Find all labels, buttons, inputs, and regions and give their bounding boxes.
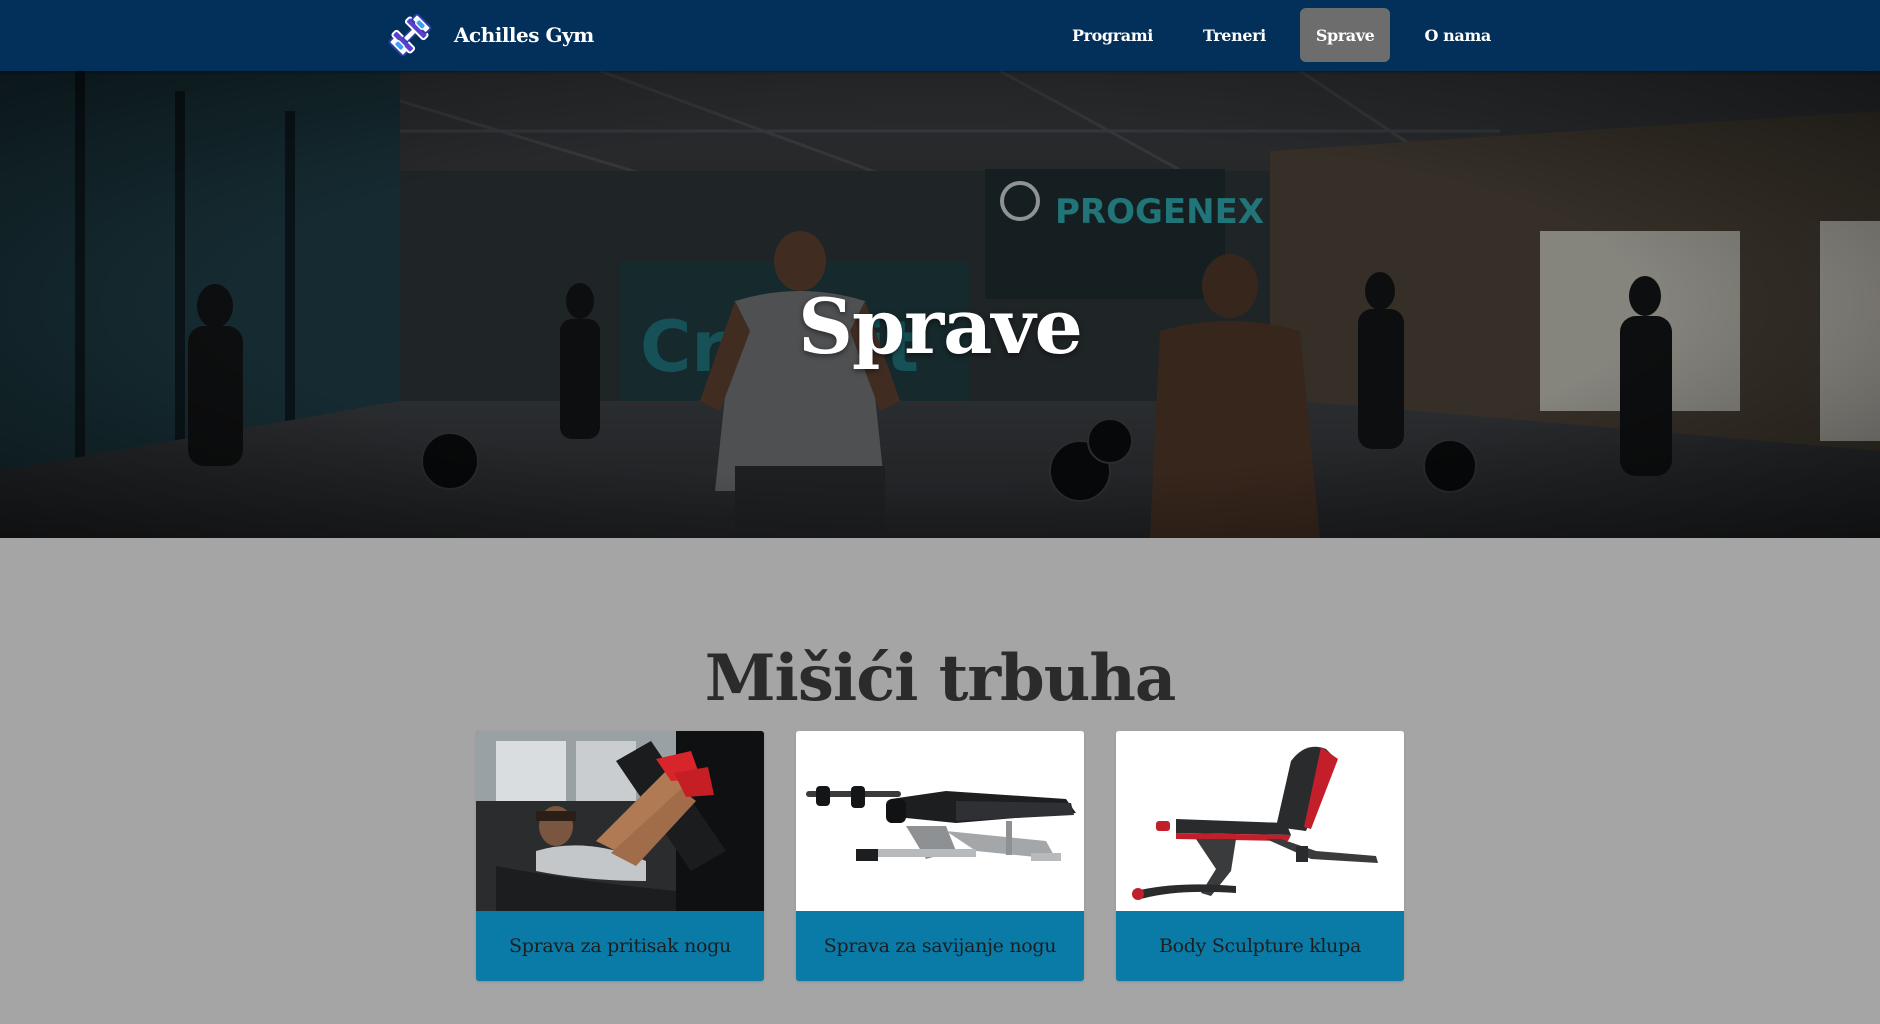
nav-item-programi[interactable]: Programi [1056,8,1169,62]
nav-menu: Programi Treneri Sprave O nama [1056,8,1525,62]
nav-item-o-nama[interactable]: O nama [1408,8,1506,62]
nav-item-treneri[interactable]: Treneri [1187,8,1282,62]
brand-link[interactable]: Achilles Gym [386,11,594,59]
hero-title: Sprave [798,281,1083,371]
equipment-card-leg-press[interactable]: Sprava za pritisak nogu [476,731,764,981]
leg-curl-machine-photo [796,731,1084,911]
nav-item-sprave[interactable]: Sprave [1299,8,1391,62]
card-label: Sprava za pritisak nogu [476,911,764,981]
top-navbar: Achilles Gym Programi Treneri Sprave O n… [0,0,1880,71]
brand-name: Achilles Gym [454,23,594,47]
hero-banner: Cr ssfit PROGENEX [0,71,1880,538]
equipment-cards: Sprava za pritisak nogu Sprava za savija… [476,731,1404,981]
card-label: Body Sculpture klupa [1116,911,1404,981]
equipment-card-leg-curl[interactable]: Sprava za savijanje nogu [796,731,1084,981]
leg-press-photo [476,731,764,911]
section-title: Mišići trbuha [704,641,1177,717]
equipment-card-bench[interactable]: Body Sculpture klupa [1116,731,1404,981]
dumbbell-logo-icon [388,13,432,57]
card-label: Sprava za savijanje nogu [796,911,1084,981]
adjustable-bench-photo [1116,731,1404,911]
